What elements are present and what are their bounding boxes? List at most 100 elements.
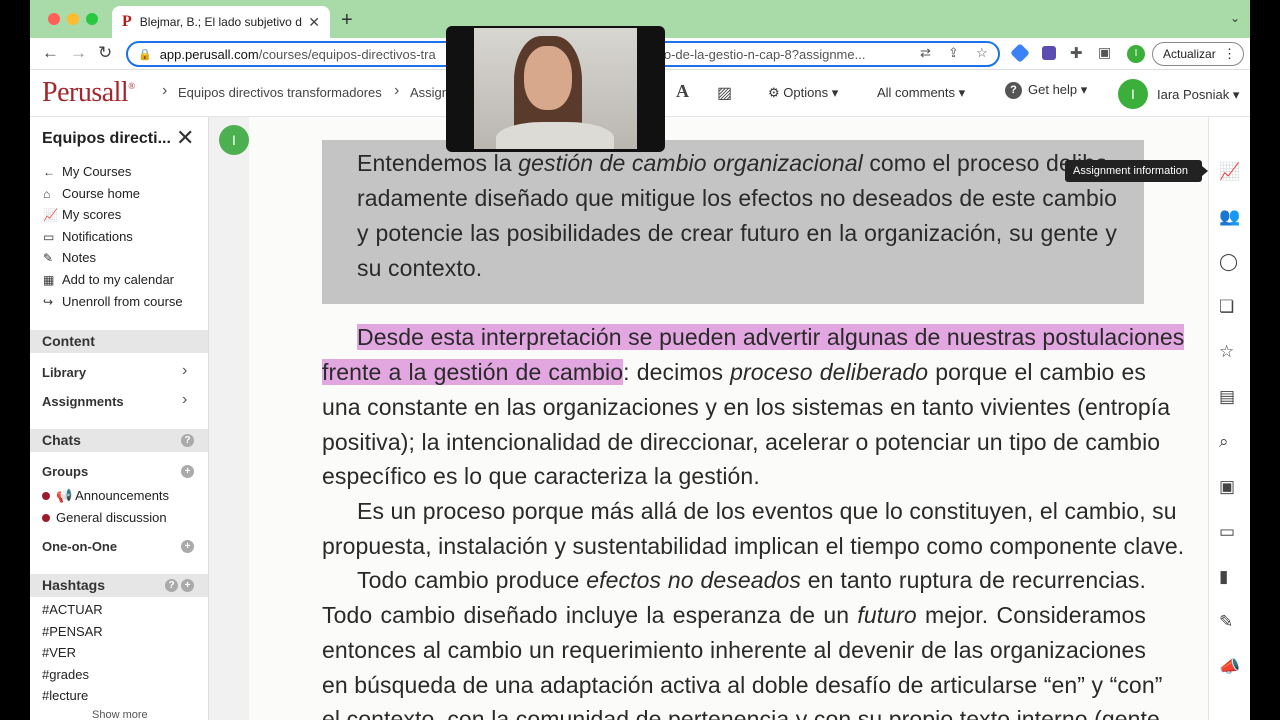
translate-icon[interactable]: ⇄ [920,45,931,61]
inbox-icon[interactable]: ▭ [1219,522,1235,542]
body-line[interactable]: entonces al cambio un requerimiento inhe… [322,637,1146,664]
extension-blue-icon[interactable] [1010,43,1030,63]
options-menu[interactable]: ⚙ Options ▾ [768,85,838,101]
chat-general-discussion[interactable]: General discussion [42,510,167,525]
body-line[interactable]: propuesta, instalación y sustentabilidad… [322,533,1184,560]
body-line[interactable]: positiva); la intencionalidad de direcci… [322,429,1160,456]
update-button[interactable]: Actualizar ⋮ [1152,42,1244,66]
side-panel-icon[interactable]: ▣ [1098,44,1111,61]
browser-tab[interactable]: P Blejmar, B.; El lado subjetivo de ✕ [112,6,330,38]
sidebar-item-assignments[interactable]: Assignments [42,394,124,409]
chats-help-icon[interactable]: ? [181,434,194,447]
maximize-window-button[interactable] [86,13,98,25]
hashtag-item[interactable]: #lecture [42,688,88,703]
sidebar-link-my-scores[interactable]: 📈 My scores [43,207,121,222]
perusall-favicon-icon: P [122,13,132,30]
text-run: radamente diseñado que mitigue los efect… [357,185,1117,211]
extension-purple-icon[interactable] [1042,46,1056,60]
highlighted-annotation[interactable]: Desde esta interpretación se pueden adve… [357,324,1185,350]
italic-text: gestión de cambio organizacional [518,150,863,176]
body-line[interactable]: frente a la gestión de cambio: decimos p… [322,359,1146,386]
assignment-info-tooltip: Assignment information [1065,160,1208,182]
megaphone-icon[interactable]: 📣 [1219,657,1240,677]
breadcrumb-course[interactable]: Equipos directivos transformadores [178,85,382,100]
exit-icon: ↪ [43,295,54,309]
minimize-window-button[interactable] [67,13,79,25]
quote-line[interactable]: y potencie las posibilidades de crear fu… [357,220,1117,247]
perusall-logo[interactable]: Perusall® [42,77,135,109]
pen-icon[interactable]: ✎ [1219,612,1233,632]
add-hashtag-icon[interactable]: + [181,579,194,592]
sidebar-item-one-on-one[interactable]: One-on-One [42,539,117,554]
document-icon[interactable]: ▤ [1219,387,1235,407]
quote-line[interactable]: su contexto. [357,255,1117,282]
text-run: su contexto. [357,255,483,281]
chart-line-icon[interactable]: 📈 [1219,162,1240,182]
chevron-right-icon[interactable]: › [182,362,187,380]
back-arrow-icon[interactable]: ← [42,43,59,63]
url-path-end: jetivo-de-la-gestio-n-cap-8?assignme... [640,46,866,62]
sidebar-item-groups[interactable]: Groups [42,464,88,479]
chevron-right-icon[interactable]: › [182,391,187,409]
forward-arrow-icon[interactable]: → [70,43,87,63]
body-line[interactable]: Todo cambio produce efectos no deseados … [357,567,1146,594]
hashtag-item[interactable]: #VER [42,645,76,660]
body-line[interactable]: una constante en las organizaciones y en… [322,394,1170,421]
help-menu[interactable]: ? Get help ▾ [1005,82,1087,100]
url-path-start: /courses/equipos-directivos-tra [258,46,436,62]
people-icon[interactable]: 👥 [1219,207,1240,227]
bookmark-icon[interactable]: ▮ [1219,567,1228,587]
text-run: el contexto, con la comunidad de pertene… [322,706,1167,720]
star-icon[interactable]: ☆ [1219,342,1234,362]
close-tab-icon[interactable]: ✕ [308,14,320,31]
comments-filter-dropdown[interactable]: All comments ▾ [877,85,965,101]
body-line[interactable]: el contexto, con la comunidad de pertene… [322,706,1166,720]
sidebar-link-notifications[interactable]: ▭ Notifications [43,229,133,244]
text-size-icon[interactable]: A [676,81,689,102]
body-line[interactable]: Desde esta interpretación se pueden adve… [357,324,1185,351]
breadcrumb-assignment[interactable]: Assign [410,85,449,100]
browser-profile-avatar[interactable]: I [1127,45,1145,63]
body-line[interactable]: específico es lo que caracteriza la gest… [322,463,1146,490]
sidebar-link-course-home[interactable]: ⌂ Course home [43,186,140,201]
close-sidebar-icon[interactable]: ✕ [176,125,194,151]
reload-icon[interactable]: ↻ [98,43,112,63]
sidebar-item-library[interactable]: Library [42,365,86,380]
search-icon[interactable]: ⌕ [1219,432,1229,452]
sidebar-link-unenroll[interactable]: ↪ Unenroll from course [43,294,183,309]
hashtag-item[interactable]: #grades [42,667,89,682]
body-line[interactable]: Todo cambio diseñado incluye la esperanz… [322,602,1146,629]
webcam-overlay[interactable] [446,26,665,152]
highlighted-annotation[interactable]: frente a la gestión de cambio [322,359,624,385]
more-vertical-icon[interactable]: ⋮ [1223,46,1236,62]
tab-search-chevron-icon[interactable]: ⌄ [1230,11,1240,25]
hashtag-item[interactable]: #PENSAR [42,624,103,639]
hashtags-help-icon[interactable]: ? [165,579,178,592]
quote-line[interactable]: radamente diseñado que mitigue los efect… [357,185,1117,212]
body-line[interactable]: Es un proceso porque más allá de los eve… [357,498,1177,525]
breadcrumb-chevron-icon: › [394,82,400,99]
sidebar-link-notes[interactable]: ✎ Notes [43,250,96,265]
chat-announcements[interactable]: 📢 Announcements [42,488,169,504]
close-window-button[interactable] [48,13,60,25]
quote-line[interactable]: Entendemos la gestión de cambio organiza… [357,150,1117,177]
show-more-link[interactable]: Show more [92,709,148,720]
image-icon[interactable]: ▨ [717,83,732,103]
share-icon[interactable]: ⇪ [948,45,959,61]
annotation-avatar[interactable]: I [219,125,249,155]
sidebar-link-add-calendar[interactable]: ▦ Add to my calendar [43,272,174,287]
hashtag-item[interactable]: #ACTUAR [42,602,103,617]
assignment-icon[interactable]: ▣ [1219,477,1235,497]
text-run: Es un proceso porque más allá de los eve… [357,498,1177,524]
add-chat-icon[interactable]: + [181,540,194,553]
extensions-puzzle-icon[interactable]: ✚ [1070,44,1083,62]
sidebar-link-my-courses[interactable]: ← My Courses [43,164,131,179]
add-group-icon[interactable]: + [181,465,194,478]
user-avatar[interactable]: I [1118,79,1148,109]
body-line[interactable]: en búsqueda de una adaptación activa al … [322,672,1162,699]
comments-icon[interactable]: ❏ [1219,297,1234,317]
comment-icon[interactable]: ◯ [1219,252,1238,272]
user-menu[interactable]: Iara Posniak ▾ [1157,87,1239,103]
bookmark-star-icon[interactable]: ☆ [976,45,988,61]
new-tab-button[interactable]: + [341,9,353,32]
